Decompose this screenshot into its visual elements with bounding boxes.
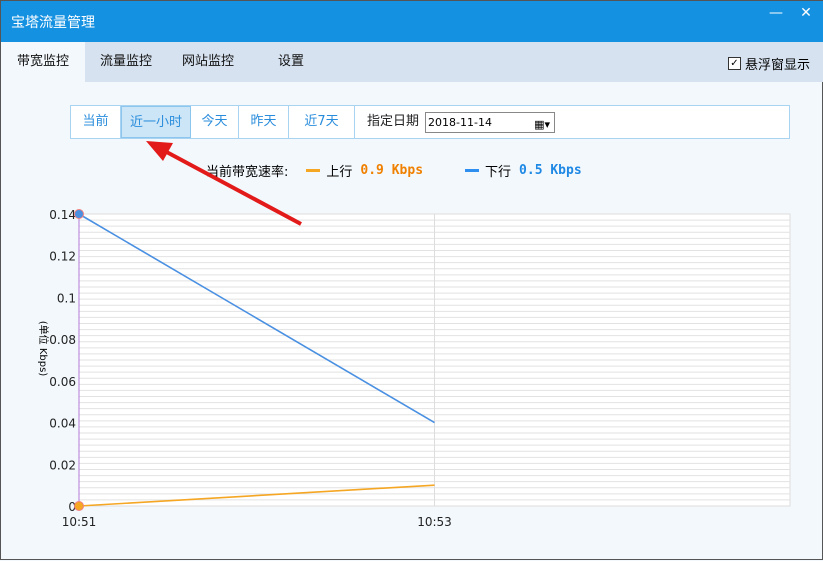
x-tick-label: 10:51 (62, 515, 97, 529)
y-tick-label: 0.04 (49, 417, 76, 431)
data-point (74, 501, 84, 511)
y-tick-label: 0.08 (49, 333, 76, 347)
y-tick-label: 0.12 (49, 250, 76, 264)
y-tick-label: 0.06 (49, 375, 76, 389)
y-tick-label: 0.14 (49, 208, 76, 222)
bandwidth-chart: 10:51 10:5300.020.040.060.080.10.120.14 (49, 208, 791, 529)
x-tick-label: 10:53 (417, 515, 452, 529)
y-tick-label: 0.02 (49, 458, 76, 472)
y-tick-label: 0.1 (57, 291, 76, 305)
data-point (74, 209, 84, 219)
